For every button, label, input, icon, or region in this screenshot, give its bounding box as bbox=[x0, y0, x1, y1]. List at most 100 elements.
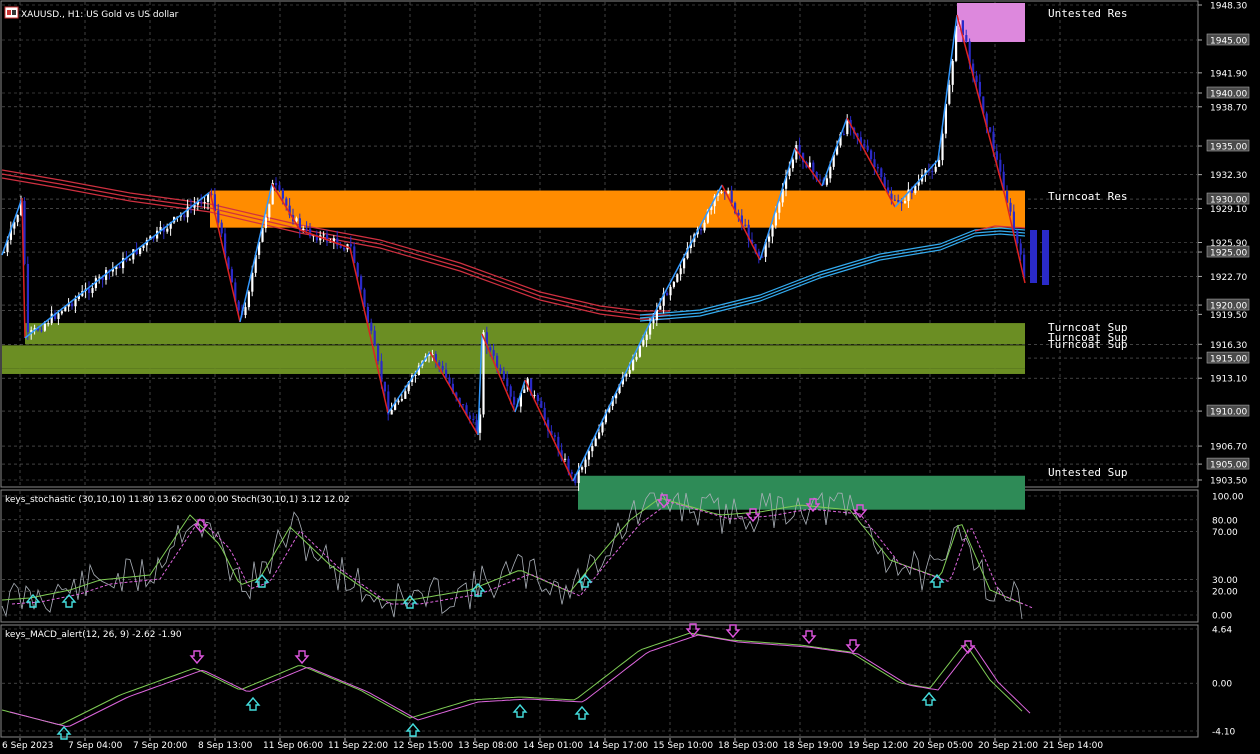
macd-title: keys_MACD_alert(12, 26, 9) -2.62 -1.90 bbox=[5, 630, 182, 640]
candle-body bbox=[513, 396, 516, 405]
price-label: 1919.50 bbox=[1210, 311, 1247, 321]
symbol-title: XAUUSD., H1: US Gold vs US dollar bbox=[21, 10, 179, 20]
candle-body bbox=[492, 350, 495, 356]
candle-body bbox=[938, 160, 941, 167]
candle-body bbox=[1019, 243, 1022, 255]
candle-body bbox=[339, 245, 342, 248]
candle-body bbox=[356, 263, 359, 277]
candle-body bbox=[652, 320, 655, 324]
candle-body bbox=[581, 467, 584, 470]
candle-body bbox=[880, 168, 883, 178]
candle-body bbox=[305, 228, 308, 230]
candle-body bbox=[876, 167, 879, 169]
candle-body bbox=[57, 313, 60, 319]
candle-body bbox=[237, 301, 240, 311]
candle-body bbox=[302, 228, 305, 231]
candle-body bbox=[635, 356, 638, 360]
chart-canvas[interactable]: Untested ResTurncoat ResTurncoat SupTurn… bbox=[0, 0, 1260, 754]
time-label: 14 Sep 01:00 bbox=[523, 741, 583, 751]
candle-body bbox=[768, 236, 771, 242]
main-price-panel[interactable] bbox=[0, 0, 1199, 488]
candle-body bbox=[489, 347, 492, 351]
candle-body bbox=[564, 458, 567, 460]
candle-body bbox=[795, 145, 798, 160]
candle-body bbox=[183, 215, 186, 218]
candle-body bbox=[506, 379, 509, 387]
candle-body bbox=[203, 201, 206, 203]
candle-body bbox=[128, 259, 131, 261]
turncoat-sup-zone-3 bbox=[2, 368, 1025, 374]
candle-body bbox=[397, 400, 400, 403]
candle-body bbox=[995, 151, 998, 160]
time-label: 7 Sep 20:00 bbox=[133, 741, 188, 751]
candle-body bbox=[523, 389, 526, 393]
candle-body bbox=[377, 345, 380, 362]
time-label: 21 Sep 14:00 bbox=[1043, 741, 1103, 751]
candle-body bbox=[472, 419, 475, 421]
candle-body bbox=[43, 323, 46, 331]
candle-body bbox=[217, 210, 220, 223]
macd-level-label: -4.10 bbox=[1212, 728, 1236, 738]
price-label: 1948.30 bbox=[1210, 2, 1247, 12]
candle-body bbox=[598, 432, 601, 439]
candle-body bbox=[900, 202, 903, 204]
candle-body bbox=[594, 438, 597, 447]
candle-body bbox=[628, 370, 631, 374]
candle-body bbox=[791, 159, 794, 169]
candle-body bbox=[975, 75, 978, 82]
candle-body bbox=[441, 365, 444, 370]
candle-body bbox=[309, 228, 312, 237]
candle-body bbox=[244, 307, 247, 316]
time-label: 18 Sep 19:00 bbox=[783, 741, 843, 751]
macd-level-label: 4.64 bbox=[1212, 626, 1232, 636]
macd-level-label: 0.00 bbox=[1212, 680, 1232, 690]
candle-body bbox=[863, 143, 866, 147]
time-label: 11 Sep 22:00 bbox=[328, 741, 388, 751]
candle-body bbox=[16, 214, 19, 223]
time-label: 20 Sep 21:00 bbox=[978, 741, 1038, 751]
candle-body bbox=[1009, 202, 1012, 212]
price-label: 1945.00 bbox=[1210, 36, 1247, 46]
candle-body bbox=[139, 247, 142, 255]
candle-body bbox=[390, 409, 393, 415]
time-label: 7 Sep 04:00 bbox=[68, 741, 123, 751]
candle-body bbox=[778, 202, 781, 213]
price-label: 1906.70 bbox=[1210, 443, 1247, 453]
candle-body bbox=[74, 298, 77, 307]
chart-window-icon[interactable] bbox=[4, 6, 19, 19]
stoch-level-label: 20.00 bbox=[1212, 588, 1238, 598]
candle-body bbox=[462, 404, 465, 406]
time-label: 11 Sep 06:00 bbox=[263, 741, 323, 751]
candle-body bbox=[601, 422, 604, 433]
price-label: 1941.90 bbox=[1210, 69, 1247, 79]
stoch-level-label: 30.00 bbox=[1212, 576, 1238, 586]
time-label: 14 Sep 17:00 bbox=[588, 741, 648, 751]
candle-body bbox=[632, 359, 635, 371]
candle-body bbox=[744, 224, 747, 226]
candle-body bbox=[60, 311, 63, 314]
candle-body bbox=[251, 272, 254, 292]
time-label: 18 Sep 03:00 bbox=[718, 741, 778, 751]
candle-body bbox=[220, 222, 223, 234]
candle-body bbox=[638, 345, 641, 357]
candle-body bbox=[819, 179, 822, 181]
candle-body bbox=[934, 166, 937, 172]
candle-body bbox=[543, 407, 546, 420]
projection-bar bbox=[1042, 230, 1049, 285]
candle-body bbox=[200, 201, 203, 203]
candle-body bbox=[774, 212, 777, 226]
price-label: 1905.00 bbox=[1210, 461, 1247, 471]
candle-body bbox=[948, 84, 951, 104]
candle-body bbox=[47, 323, 50, 325]
candle-body bbox=[941, 133, 944, 161]
candle-body bbox=[349, 244, 352, 247]
candle-body bbox=[383, 381, 386, 392]
turncoat-sup-zone-2 bbox=[2, 345, 1025, 369]
price-label: 1930.00 bbox=[1210, 196, 1247, 206]
price-label: 1922.70 bbox=[1210, 273, 1247, 283]
candle-body bbox=[965, 35, 968, 42]
zone-label: Untested Res bbox=[1048, 7, 1127, 20]
time-label: 8 Sep 13:00 bbox=[198, 741, 253, 751]
price-label: 1940.00 bbox=[1210, 90, 1247, 100]
candle-body bbox=[26, 263, 29, 333]
